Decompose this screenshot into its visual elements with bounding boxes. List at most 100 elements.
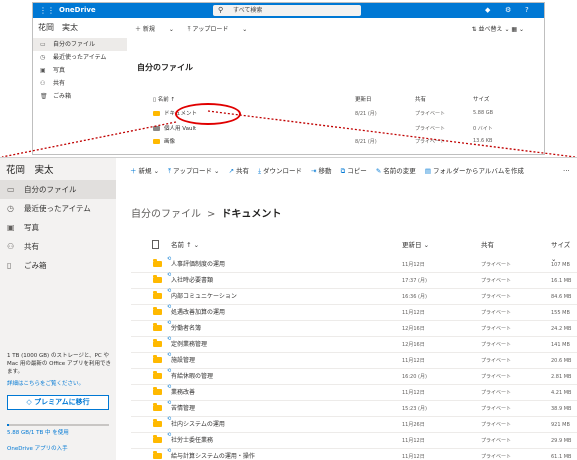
table-row[interactable]: ⟲ 労働者名簿 12月16日 プライベート 24.2 MB bbox=[131, 320, 577, 337]
row-name[interactable]: 労働者名簿 bbox=[171, 323, 201, 335]
row-name[interactable]: 処遇改善加算の運用 bbox=[171, 307, 225, 319]
row-name[interactable]: 内部コミュニケーション bbox=[171, 291, 237, 303]
row-name[interactable]: 苦情管理 bbox=[171, 403, 195, 415]
thumb-row-images[interactable]: 画像 bbox=[153, 137, 175, 145]
thumb-nav-my-files[interactable]: ▭ 自分のファイル bbox=[33, 38, 127, 51]
nav-trash[interactable]: ▯ ごみ箱 bbox=[0, 256, 116, 275]
upload-icon: ⤒ bbox=[168, 167, 171, 175]
thumb-page-title: 自分のファイル bbox=[137, 63, 193, 72]
search-box[interactable]: ⚲ すべて検索 bbox=[213, 5, 361, 16]
row-sharing: プライベート bbox=[481, 262, 512, 268]
table-row[interactable]: ⟲ 社内システムの運用 11月26日 プライベート 921 MB bbox=[131, 416, 577, 433]
table-row[interactable]: ⟲ 苦情管理 15:23 (月) プライベート 38.9 MB bbox=[131, 400, 577, 417]
thumb-new-button[interactable]: ＋ 新規 ⌄ bbox=[135, 26, 174, 33]
thumb-col-modified[interactable]: 更新日 bbox=[355, 95, 372, 103]
thumb-nav-trash[interactable]: 🗑 ごみ箱 bbox=[33, 90, 127, 103]
rename-button[interactable]: ✎ 名前の変更 bbox=[376, 164, 416, 178]
create-album-button[interactable]: ▤ フォルダーからアルバムを作成 bbox=[425, 164, 524, 178]
thumb-sort-button[interactable]: ⇅ 並べ替え ⌄ ▦ ⌄ bbox=[472, 24, 524, 33]
nav-label: 写真 bbox=[24, 223, 39, 232]
folder-icon bbox=[153, 111, 160, 116]
row-name[interactable]: 社内システムの運用 bbox=[171, 419, 225, 431]
storage-promo-text: 1 TB (1000 GB) のストレージと、PC や Mac 用の最新の Of… bbox=[7, 353, 111, 375]
nav-label: 共有 bbox=[24, 242, 39, 251]
search-icon: ⚲ bbox=[218, 6, 224, 14]
details-link[interactable]: 詳細はこちらをご覧ください。 bbox=[7, 379, 84, 387]
folder-icon: ▭ bbox=[40, 41, 46, 48]
row-name[interactable]: 定例業務管理 bbox=[171, 339, 207, 351]
row-modified: 11月12日 bbox=[402, 390, 425, 396]
app-launcher-icon[interactable]: ⋮⋮ bbox=[39, 6, 55, 15]
sort-label: 並べ替え bbox=[478, 26, 503, 33]
row-name[interactable]: 社労士委任業務 bbox=[171, 435, 213, 447]
table-row[interactable]: ⟲ 処遇改善加算の運用 11月12日 プライベート 155 MB bbox=[131, 304, 577, 321]
row-name[interactable]: 有給休暇の管理 bbox=[171, 371, 213, 383]
table-row[interactable]: ⟲ 有給休暇の管理 16:20 (月) プライベート 2.81 MB bbox=[131, 368, 577, 385]
nav-recent[interactable]: ◷ 最近使ったアイテム bbox=[0, 199, 116, 218]
col-modified[interactable]: 更新日 ⌄ bbox=[402, 238, 429, 252]
thumb-upload-button[interactable]: ⤒ アップロード ⌄ bbox=[188, 26, 248, 33]
thumb-row-vault[interactable]: 個人用 Vault bbox=[153, 124, 196, 132]
row-sharing: プライベート bbox=[481, 326, 512, 332]
table-row[interactable]: ⟲ 社労士委任業務 11月12日 プライベート 29.9 MB bbox=[131, 432, 577, 449]
thumb-nav-recent[interactable]: ◷ 最近使ったアイテム bbox=[33, 51, 127, 64]
table-row[interactable]: ⟲ 給与計算システムの運用・操作 11月12日 プライベート 61.1 MB bbox=[131, 448, 577, 460]
table-row[interactable]: ⟲ 施設管理 11月12日 プライベート 20.6 MB bbox=[131, 352, 577, 369]
col-sharing[interactable]: 共有 bbox=[481, 238, 494, 252]
breadcrumb-root[interactable]: 自分のファイル bbox=[131, 209, 201, 220]
folder-icon bbox=[153, 419, 162, 427]
download-button[interactable]: ⤓ ダウンロード bbox=[258, 164, 302, 178]
get-app-link[interactable]: OneDrive アプリの入手 bbox=[7, 444, 68, 452]
row-name[interactable]: 給与計算システムの運用・操作 bbox=[171, 451, 255, 460]
nav-shared[interactable]: ⚇ 共有 bbox=[0, 237, 116, 256]
photo-icon: ▣ bbox=[7, 223, 15, 232]
help-icon[interactable]: ? bbox=[525, 5, 529, 16]
row-sharing: プライベート bbox=[481, 310, 512, 316]
table-row[interactable]: ⟲ 業務改善 11月12日 プライベート 4.21 MB bbox=[131, 384, 577, 401]
table-row[interactable]: ⟲ 人事評価制度の運用 11月12日 プライベート 107 MB bbox=[131, 256, 577, 273]
thumb-nav-shared[interactable]: ⚇ 共有 bbox=[33, 77, 127, 90]
move-button[interactable]: ⇥ 移動 bbox=[311, 164, 331, 178]
row-size: 16.1 MB bbox=[551, 278, 572, 284]
copy-button[interactable]: ⧉ コピー bbox=[341, 164, 367, 178]
folder-icon bbox=[153, 355, 162, 363]
row-modified: 12月16日 bbox=[402, 342, 425, 348]
cmd-label: ダウンロード bbox=[262, 167, 302, 175]
folder-icon bbox=[153, 403, 162, 411]
premium-diamond-icon[interactable]: ◆ bbox=[485, 5, 490, 16]
storage-usage-text[interactable]: 5.88 GB/1 TB 中 を使用 bbox=[7, 428, 69, 436]
row-name[interactable]: 施設管理 bbox=[171, 355, 195, 367]
table-row[interactable]: ⟲ 内部コミュニケーション 16:36 (月) プライベート 84.6 MB bbox=[131, 288, 577, 305]
nav-photos[interactable]: ▣ 写真 bbox=[0, 218, 116, 237]
table-row[interactable]: ⟲ 入社時必要書類 17:37 (月) プライベート 16.1 MB bbox=[131, 272, 577, 289]
thumb-nav-photos[interactable]: ▣ 写真 bbox=[33, 64, 127, 77]
row-size: 107 MB bbox=[551, 262, 570, 268]
nav-label: 写真 bbox=[53, 67, 66, 74]
premium-button[interactable]: ◇ プレミアムに移行 bbox=[7, 395, 109, 410]
nav-label: 共有 bbox=[53, 80, 66, 87]
folder-icon bbox=[153, 435, 162, 443]
table-row[interactable]: ⟲ 定例業務管理 12月16日 プライベート 141 MB bbox=[131, 336, 577, 353]
upload-label: アップロード bbox=[192, 26, 229, 33]
new-button[interactable]: ＋新規 ⌄ bbox=[130, 164, 159, 178]
row-name[interactable]: 人事評価制度の運用 bbox=[171, 259, 225, 271]
row-sharing: プライベート bbox=[415, 111, 446, 117]
settings-gear-icon[interactable]: ⚙ bbox=[505, 5, 511, 16]
thumb-col-name[interactable]: ▯ 名前 ↑ bbox=[153, 95, 175, 103]
thumb-col-sharing[interactable]: 共有 bbox=[415, 95, 426, 103]
row-name[interactable]: 入社時必要書類 bbox=[171, 275, 213, 287]
user-name: 花岡 実太 bbox=[38, 23, 78, 32]
col-label: 名前 ↑ bbox=[171, 241, 192, 249]
more-options-icon[interactable]: ··· bbox=[563, 164, 570, 178]
storage-usage-bar bbox=[7, 424, 109, 426]
share-icon: ↗ bbox=[228, 167, 235, 175]
upload-button[interactable]: ⤒ アップロード ⌄ bbox=[168, 164, 219, 178]
storage-usage-fill bbox=[7, 424, 9, 426]
row-name[interactable]: 業務改善 bbox=[171, 387, 195, 399]
diamond-icon: ◇ bbox=[26, 398, 35, 406]
nav-my-files[interactable]: ▭ 自分のファイル bbox=[0, 180, 116, 199]
share-button[interactable]: ↗ 共有 bbox=[229, 164, 249, 178]
thumb-col-size[interactable]: サイズ bbox=[473, 95, 489, 103]
row-modified: 11月12日 bbox=[402, 454, 425, 460]
col-name[interactable]: 名前 ↑ ⌄ bbox=[171, 238, 199, 252]
